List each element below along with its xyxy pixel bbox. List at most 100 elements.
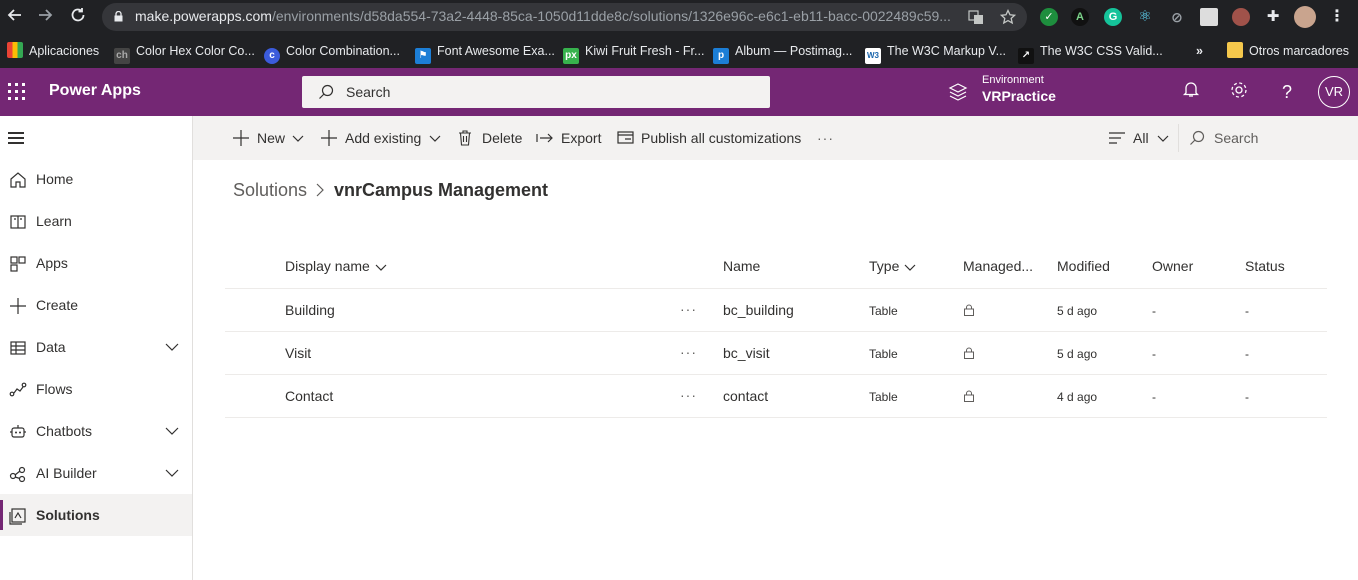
bookmark-item[interactable]: ↗ The W3C CSS Valid... [1018,42,1163,64]
managed-lock-icon [964,390,974,402]
cell-name: contact [723,388,769,404]
translate-icon[interactable] [968,9,984,25]
column-header-owner[interactable]: Owner [1152,258,1193,274]
page-title: vnrCampus Management [334,180,549,200]
extension-a-icon[interactable]: A [1071,8,1089,26]
bookmark-item[interactable]: W3 The W3C Markup V... [865,42,1007,64]
address-bar[interactable]: make.powerapps.com/environments/d58da554… [102,3,1027,31]
cell-modified: 4 d ago [1057,390,1098,404]
nav-item-label: Apps [36,255,68,271]
plus-icon [233,130,249,146]
add-existing-button[interactable]: Add existing [321,129,443,147]
apps-icon [10,256,26,272]
global-search-input[interactable]: Search [302,76,770,108]
collapse-nav-hamburger-icon[interactable] [8,132,26,146]
chevron-down-icon[interactable] [164,339,180,355]
app-launcher-icon[interactable] [8,83,26,101]
bookmark-item[interactable]: ⚑ Font Awesome Exa... [415,42,555,64]
settings-gear-icon[interactable] [1227,80,1251,104]
notifications-bell-icon[interactable] [1179,80,1203,104]
cell-display-name[interactable]: Contact [285,388,333,404]
nav-item-ai-builder[interactable]: AI Builder [0,452,192,494]
filter-all-dropdown[interactable]: All [1109,129,1169,147]
new-button[interactable]: New [233,129,311,147]
cell-display-name[interactable]: Building [285,302,335,318]
column-header-label: Display name [285,258,370,274]
table-row[interactable]: Visit ··· bc_visit Table 5 d ago - - [225,332,1327,375]
column-header-status[interactable]: Status [1245,258,1285,274]
table-row[interactable]: Building ··· bc_building Table 5 d ago -… [225,289,1327,332]
cell-owner: - [1152,390,1156,404]
publish-all-customizations-button[interactable]: Publish all customizations [617,129,803,147]
profile-avatar-icon[interactable] [1294,6,1316,28]
cell-name: bc_building [723,302,794,318]
extension-check-icon[interactable]: ✓ [1040,8,1058,26]
secure-lock-icon [114,11,123,22]
app-name[interactable]: Power Apps [49,82,141,100]
cell-type: Table [869,347,898,361]
extension-disabled-icon[interactable]: ⊘ [1168,8,1186,26]
chevron-down-icon[interactable] [164,423,180,439]
bookmark-item[interactable]: px Kiwi Fruit Fresh - Fr... [563,42,705,64]
more-commands-button[interactable]: ··· [817,129,839,147]
forward-arrow-icon[interactable] [35,7,55,27]
nav-item-solutions[interactable]: Solutions [0,494,192,536]
search-icon [319,84,334,99]
table-icon [10,341,26,355]
ai-builder-icon [9,466,26,483]
cell-display-name[interactable]: Visit [285,345,311,361]
row-more-actions-button[interactable]: ··· [680,387,698,403]
nav-item-flows[interactable]: Flows [0,368,192,410]
row-more-actions-button[interactable]: ··· [680,344,698,360]
bookmark-label: The W3C Markup V... [887,44,1007,58]
nav-item-apps[interactable]: Apps [0,242,192,284]
extensions-puzzle-icon[interactable]: ✚ [1264,8,1282,26]
export-arrow-icon [536,133,553,143]
delete-label: Delete [482,130,523,146]
browser-menu-icon[interactable]: ⋮ [1328,8,1346,26]
bookmark-label: Album — Postimag... [735,44,853,58]
back-arrow-icon[interactable] [5,7,25,27]
help-question-icon[interactable]: ? [1275,80,1299,104]
column-header-display-name[interactable]: Display name [285,258,387,274]
bookmark-item[interactable]: ch Color Hex Color Co... [114,42,255,64]
bookmark-item[interactable]: p Album — Postimag... [713,42,853,64]
column-header-modified[interactable]: Modified [1057,258,1110,274]
nav-item-data[interactable]: Data [0,326,192,368]
column-header-managed[interactable]: Managed... [963,258,1033,274]
chevron-down-icon[interactable] [164,465,180,481]
cell-type: Table [869,390,898,404]
environment-name[interactable]: VRPractice [982,88,1056,104]
user-avatar[interactable]: VR [1318,76,1350,108]
bookmark-item[interactable]: c Color Combination... [264,42,400,64]
nav-item-label: Home [36,171,74,187]
breadcrumb-solutions-link[interactable]: Solutions [233,180,307,201]
export-button[interactable]: Export [536,129,604,147]
extension-page-icon[interactable] [1200,8,1218,26]
column-header-label: Type [869,258,900,274]
bookmark-item[interactable]: Aplicaciones [7,42,99,60]
grid-search-input[interactable]: Search [1189,129,1349,147]
nav-item-learn[interactable]: Learn [0,200,192,242]
delete-button[interactable]: Delete [458,129,524,147]
postimage-icon: p [713,48,729,64]
column-header-type[interactable]: Type [869,258,916,274]
apps-grid-icon [7,42,23,58]
nav-item-home[interactable]: Home [0,158,192,200]
react-devtools-icon[interactable]: ⚛ [1136,8,1154,26]
table-row[interactable]: Contact ··· contact Table 4 d ago - - [225,375,1327,418]
row-more-actions-button[interactable]: ··· [680,301,698,317]
nav-item-chatbots[interactable]: Chatbots [0,410,192,452]
column-header-name[interactable]: Name [723,258,760,274]
cell-owner: - [1152,304,1156,318]
reload-icon[interactable] [68,7,88,27]
bookmark-label: Kiwi Fruit Fresh - Fr... [585,44,705,58]
nav-item-create[interactable]: Create [0,284,192,326]
solutions-icon [9,508,26,525]
more-bookmarks-button[interactable]: » [1196,42,1203,60]
grammarly-icon[interactable]: G [1104,8,1122,26]
home-icon [10,172,26,188]
bookmark-star-icon[interactable] [999,8,1017,25]
extension-circle-icon[interactable] [1232,8,1250,26]
other-bookmarks-folder[interactable]: Otros marcadores [1227,42,1349,60]
